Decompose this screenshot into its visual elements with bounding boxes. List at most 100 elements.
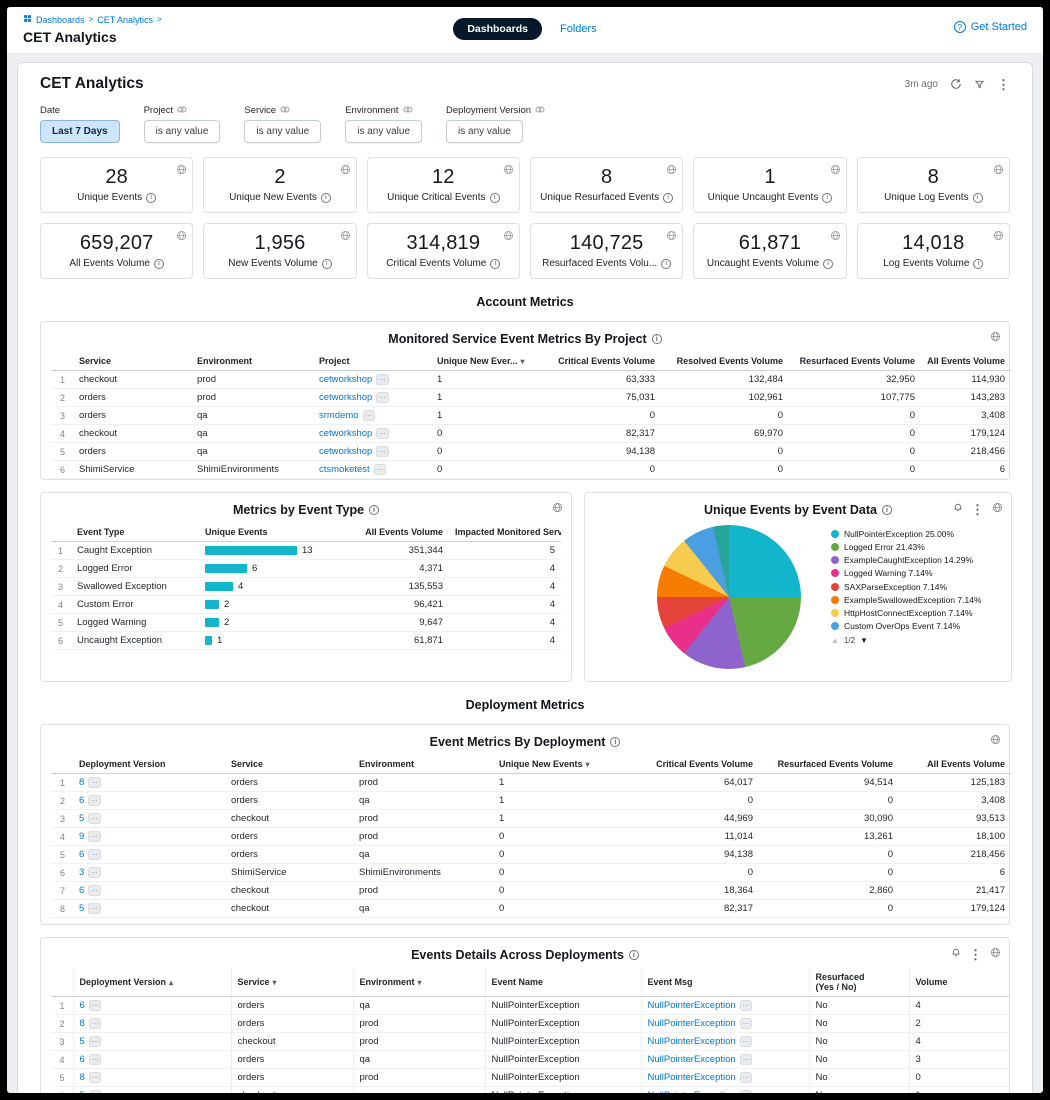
more-options-icon[interactable]: ···: [88, 831, 101, 842]
cell-link[interactable]: 3: [79, 867, 84, 878]
filter-value-project[interactable]: is any value: [144, 120, 221, 143]
column-header[interactable]: All Events Volume: [899, 755, 1011, 774]
get-started-link[interactable]: ? Get Started: [954, 21, 1027, 33]
more-options-icon[interactable]: ···: [740, 1036, 753, 1047]
info-icon[interactable]: i: [663, 193, 673, 203]
globe-icon[interactable]: [993, 228, 1004, 246]
column-header[interactable]: Environment▾: [353, 968, 485, 997]
cell-link[interactable]: 8: [80, 1018, 85, 1029]
info-icon[interactable]: i: [369, 505, 379, 515]
globe-icon[interactable]: [503, 228, 514, 246]
tab-dashboards[interactable]: Dashboards: [453, 18, 542, 40]
cell-link[interactable]: 6: [80, 1054, 85, 1065]
sort-desc-icon[interactable]: ▾: [586, 760, 590, 769]
column-header[interactable]: Resurfaced(Yes / No): [809, 968, 909, 997]
cell-link[interactable]: NullPointerException: [648, 1000, 736, 1011]
column-header[interactable]: Service▾: [231, 968, 353, 997]
globe-icon[interactable]: [666, 228, 677, 246]
column-header[interactable]: Service: [225, 755, 353, 774]
sort-desc-icon[interactable]: ▾: [418, 978, 422, 987]
globe-icon[interactable]: [993, 162, 1004, 180]
more-options-icon[interactable]: ···: [89, 1018, 102, 1029]
more-options-icon[interactable]: ···: [88, 885, 101, 896]
legend-item[interactable]: ExampleSwallowedException 7.14%: [831, 595, 1003, 606]
legend-item[interactable]: Custom OverOps Event 7.14%: [831, 621, 1003, 632]
cell-link[interactable]: NullPointerException: [648, 1054, 736, 1065]
globe-icon[interactable]: [990, 732, 1001, 750]
column-header[interactable]: Event Msg: [641, 968, 809, 997]
cell-link[interactable]: cetworkshop: [319, 446, 372, 457]
globe-icon[interactable]: [340, 162, 351, 180]
cell-link[interactable]: 5: [80, 1090, 85, 1093]
globe-icon[interactable]: [176, 228, 187, 246]
column-header[interactable]: Service: [73, 352, 191, 371]
more-options-icon[interactable]: ···: [89, 1072, 102, 1083]
more-options-icon[interactable]: ···: [376, 428, 389, 439]
info-icon[interactable]: i: [610, 737, 620, 747]
globe-icon[interactable]: [666, 162, 677, 180]
cell-link[interactable]: 5: [80, 1036, 85, 1047]
info-icon[interactable]: i: [322, 259, 332, 269]
column-header[interactable]: Critical Events Volume: [623, 755, 759, 774]
bar-segment[interactable]: [205, 618, 219, 627]
info-icon[interactable]: i: [973, 259, 983, 269]
info-icon[interactable]: i: [661, 259, 671, 269]
column-header[interactable]: All Events Volume: [349, 523, 449, 542]
more-options-icon[interactable]: ···: [88, 795, 101, 806]
info-icon[interactable]: i: [973, 193, 983, 203]
filter-value-service[interactable]: is any value: [244, 120, 321, 143]
globe-icon[interactable]: [992, 500, 1003, 518]
filter-value-deployment-version[interactable]: is any value: [446, 120, 523, 143]
more-options-icon[interactable]: ···: [88, 903, 101, 914]
bell-icon[interactable]: [953, 500, 963, 518]
cell-link[interactable]: 6: [79, 849, 84, 860]
cell-link[interactable]: NullPointerException: [648, 1072, 736, 1083]
cell-link[interactable]: 8: [79, 777, 84, 788]
kebab-menu-icon[interactable]: ⋮: [969, 948, 982, 961]
info-icon[interactable]: i: [490, 193, 500, 203]
legend-item[interactable]: Logged Error 21.43%: [831, 542, 1003, 553]
info-icon[interactable]: i: [823, 259, 833, 269]
more-options-icon[interactable]: ···: [88, 777, 101, 788]
globe-icon[interactable]: [830, 162, 841, 180]
legend-page-down-icon[interactable]: ▼: [860, 636, 868, 645]
cell-link[interactable]: 5: [79, 903, 84, 914]
more-options-icon[interactable]: ···: [376, 392, 389, 403]
more-options-icon[interactable]: ···: [89, 1054, 102, 1065]
breadcrumb-dashboards[interactable]: Dashboards: [36, 15, 85, 25]
more-options-icon[interactable]: ···: [740, 1090, 753, 1093]
bar-segment[interactable]: [205, 582, 233, 591]
info-icon[interactable]: i: [490, 259, 500, 269]
column-header[interactable]: Resolved Events Volume: [661, 352, 789, 371]
column-header[interactable]: Environment: [191, 352, 313, 371]
more-options-icon[interactable]: ···: [376, 374, 389, 385]
pie-chart[interactable]: [657, 525, 801, 669]
sort-desc-icon[interactable]: ▾: [521, 357, 525, 366]
cell-link[interactable]: NullPointerException: [648, 1036, 736, 1047]
legend-page-up-icon[interactable]: ▲: [831, 636, 839, 645]
legend-item[interactable]: NullPointerException 25.00%: [831, 529, 1003, 540]
globe-icon[interactable]: [552, 500, 563, 518]
refresh-icon[interactable]: [950, 78, 962, 90]
filter-icon[interactable]: [974, 79, 985, 90]
legend-item[interactable]: ExampleCaughtException 14.29%: [831, 555, 1003, 566]
more-options-icon[interactable]: ···: [740, 1000, 753, 1011]
cell-link[interactable]: ctsmoketest: [319, 464, 370, 475]
column-header[interactable]: Unique Events: [199, 523, 349, 542]
legend-item[interactable]: Logged Warning 7.14%: [831, 568, 1003, 579]
info-icon[interactable]: i: [882, 505, 892, 515]
cell-link[interactable]: NullPointerException: [648, 1090, 736, 1093]
legend-item[interactable]: SAXParseException 7.14%: [831, 582, 1003, 593]
filter-value-date[interactable]: Last 7 Days: [40, 120, 120, 143]
filter-value-environment[interactable]: is any value: [345, 120, 422, 143]
column-header[interactable]: Event Type: [71, 523, 199, 542]
more-options-icon[interactable]: ···: [363, 410, 376, 421]
cell-link[interactable]: srmdemo: [319, 410, 359, 421]
more-options-icon[interactable]: ···: [376, 446, 389, 457]
cell-link[interactable]: 9: [79, 831, 84, 842]
globe-icon[interactable]: [176, 162, 187, 180]
column-header[interactable]: Unique New Ever...▾: [431, 352, 539, 371]
column-header[interactable]: Resurfaced Events Volume: [789, 352, 921, 371]
more-options-icon[interactable]: ···: [89, 1090, 102, 1093]
globe-icon[interactable]: [990, 329, 1001, 347]
